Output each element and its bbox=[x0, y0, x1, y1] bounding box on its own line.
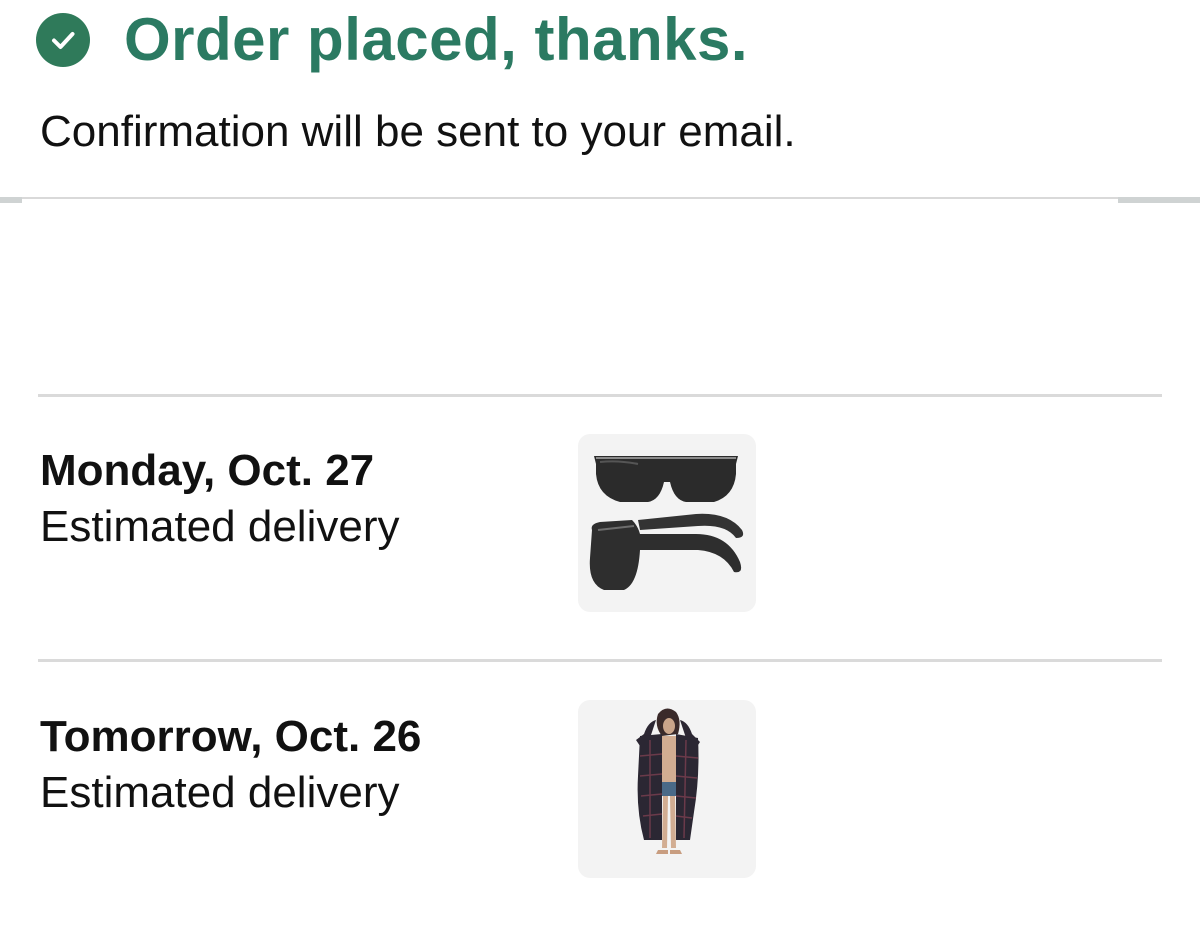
header-divider-edge-right bbox=[1118, 197, 1200, 203]
page-title: Order placed, thanks. bbox=[124, 6, 749, 73]
shipment-divider bbox=[38, 659, 1162, 662]
delivery-label: Estimated delivery bbox=[40, 768, 400, 817]
robe-product-image[interactable] bbox=[578, 700, 756, 878]
confirmation-subtitle: Confirmation will be sent to your email. bbox=[40, 107, 796, 156]
header-divider bbox=[0, 197, 1200, 199]
shipment-group[interactable]: Monday, Oct. 27 Estimated delivery bbox=[0, 434, 1200, 634]
shipment-divider bbox=[38, 394, 1162, 397]
glasses-product-image[interactable] bbox=[578, 434, 756, 612]
check-circle-icon bbox=[36, 13, 90, 67]
shipment-group[interactable]: Tomorrow, Oct. 26 Estimated delivery bbox=[0, 700, 1200, 900]
order-confirmation-page: Order placed, thanks. Confirmation will … bbox=[0, 0, 1200, 926]
delivery-label: Estimated delivery bbox=[40, 502, 400, 551]
delivery-date: Tomorrow, Oct. 26 bbox=[40, 712, 422, 761]
confirmation-header: Order placed, thanks. Confirmation will … bbox=[0, 0, 1200, 198]
delivery-date: Monday, Oct. 27 bbox=[40, 446, 375, 495]
confirmation-title-row: Order placed, thanks. bbox=[36, 4, 748, 76]
header-divider-edge-left bbox=[0, 197, 22, 203]
